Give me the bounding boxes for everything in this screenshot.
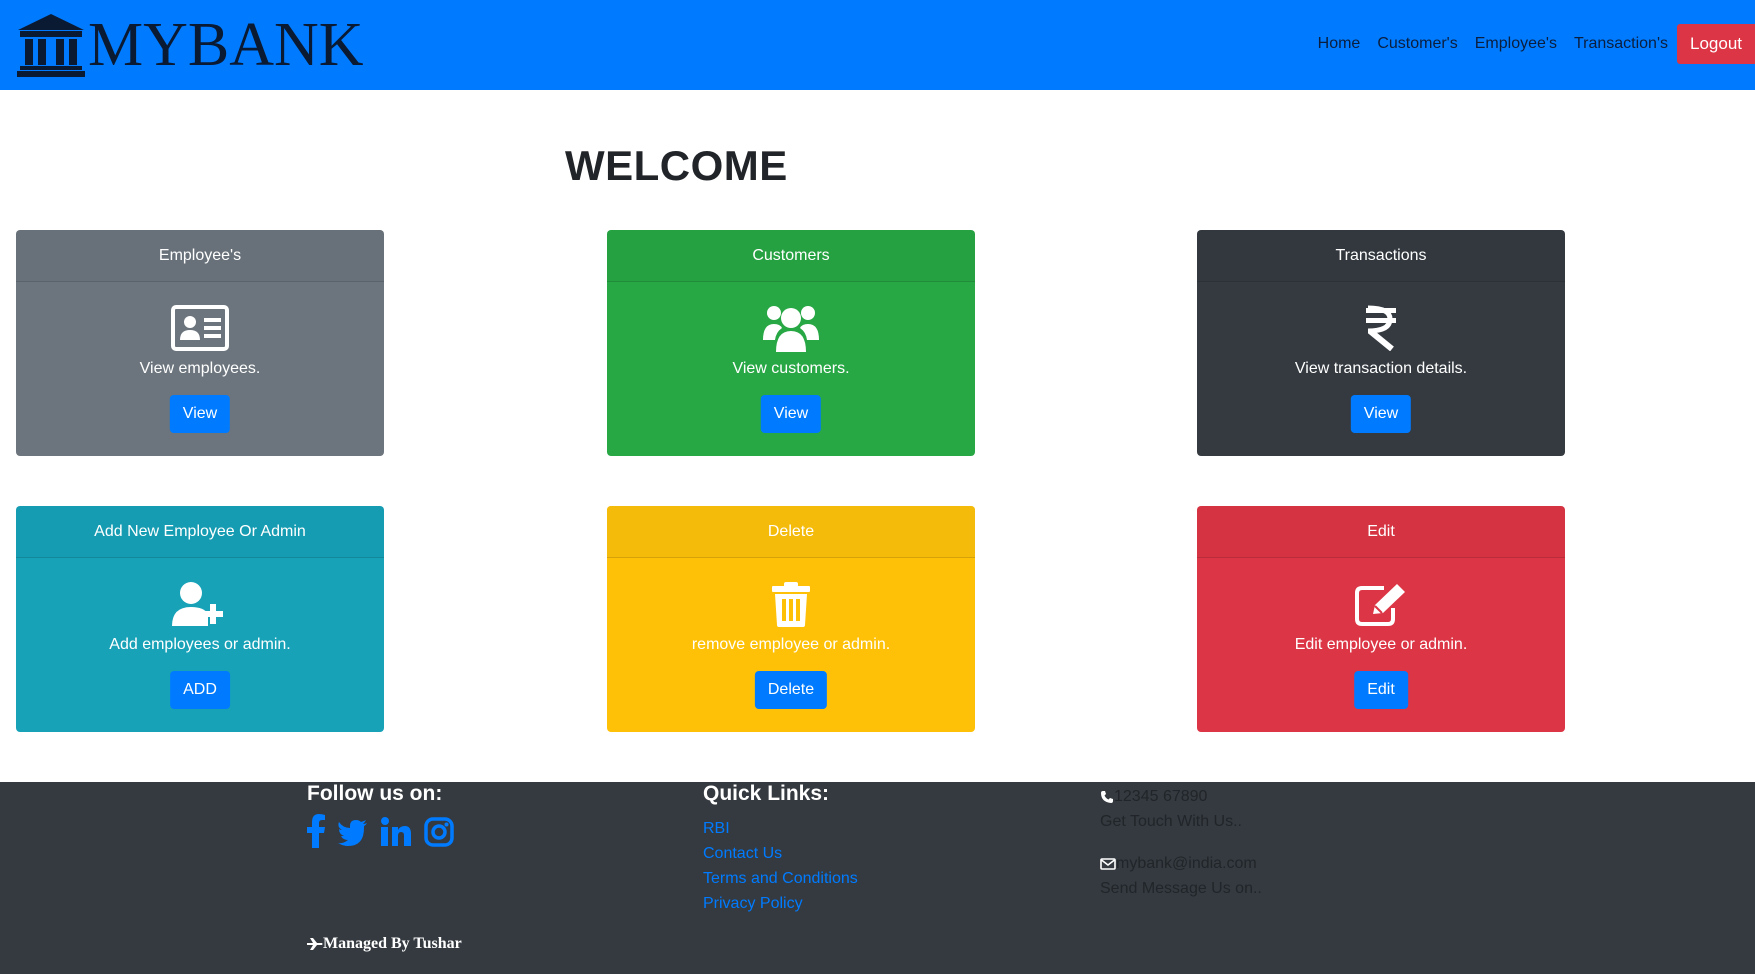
trash-icon [761, 578, 821, 630]
envelope-icon [1100, 857, 1116, 870]
card-header: Transactions [1197, 230, 1565, 282]
card-body: Edit employee or admin. Edit [1197, 558, 1565, 732]
link-privacy[interactable]: Privacy Policy [703, 891, 858, 916]
email-address: mybank@india.com [1116, 855, 1257, 872]
managed-by-text: Managed By Tushar [323, 935, 462, 952]
nav-home[interactable]: Home [1318, 35, 1361, 53]
view-customers-button[interactable]: View [760, 395, 822, 433]
edit-card: Edit Edit employee or admin. Edit [1197, 506, 1565, 732]
card-body: remove employee or admin. Delete [607, 558, 975, 732]
add-employee-card: Add New Employee Or Admin Add employees … [16, 506, 384, 732]
managed-by: Managed By Tushar [307, 935, 462, 953]
brand-logo[interactable]: MYBANK [16, 12, 364, 78]
logout-button[interactable]: Logout [1677, 24, 1755, 64]
transactions-card: Transactions View transaction details. V… [1197, 230, 1565, 456]
instagram-icon[interactable] [424, 814, 454, 848]
phone-number: 12345 67890 [1114, 788, 1208, 805]
linkedin-icon[interactable] [381, 814, 411, 848]
nav-transactions[interactable]: Transaction's [1574, 35, 1668, 53]
employees-card: Employee's View employees. View [16, 230, 384, 456]
card-header: Employee's [16, 230, 384, 282]
card-description: Edit employee or admin. [1294, 636, 1468, 653]
rupee-icon [1351, 302, 1411, 354]
add-employee-button[interactable]: ADD [170, 671, 230, 709]
phone-caption: Get Touch With Us.. [1100, 813, 1242, 830]
view-transactions-button[interactable]: View [1350, 395, 1412, 433]
customers-card: Customers View customers. View [607, 230, 975, 456]
card-description: View transaction details. [1294, 360, 1468, 377]
navbar: MYBANK Home Customer's Employee's Transa… [0, 0, 1755, 90]
view-employees-button[interactable]: View [169, 395, 231, 433]
card-body: Add employees or admin. ADD [16, 558, 384, 732]
footer [0, 782, 1755, 974]
delete-card: Delete remove employee or admin. Delete [607, 506, 975, 732]
edit-icon [1351, 578, 1411, 630]
plane-icon [307, 938, 323, 950]
card-header: Delete [607, 506, 975, 558]
phone-icon [1101, 790, 1113, 803]
brand-name: MYBANK [88, 11, 364, 79]
nav-customers[interactable]: Customer's [1377, 35, 1457, 53]
delete-employee-button[interactable]: Delete [754, 671, 828, 709]
bank-icon [17, 14, 85, 77]
user-plus-icon [170, 578, 230, 630]
facebook-icon[interactable] [307, 814, 325, 848]
edit-employee-button[interactable]: Edit [1354, 671, 1408, 709]
page-title: WELCOME [565, 142, 788, 189]
card-description: View employees. [139, 360, 261, 377]
link-terms[interactable]: Terms and Conditions [703, 866, 858, 891]
card-header: Customers [607, 230, 975, 282]
card-body: View customers. View [607, 282, 975, 456]
card-header: Edit [1197, 506, 1565, 558]
twitter-icon[interactable] [338, 814, 368, 848]
nav-employees[interactable]: Employee's [1475, 35, 1557, 53]
id-card-icon [170, 302, 230, 354]
link-contact-us[interactable]: Contact Us [703, 841, 858, 866]
card-header: Add New Employee Or Admin [16, 506, 384, 558]
quick-links: RBI Contact Us Terms and Conditions Priv… [703, 816, 858, 916]
contact-info: 12345 67890 Get Touch With Us.. mybank@i… [1100, 784, 1262, 901]
email-caption: Send Message Us on.. [1100, 880, 1262, 897]
social-links [307, 814, 454, 848]
quick-links-title: Quick Links: [703, 782, 830, 805]
users-icon [761, 302, 821, 354]
card-description: remove employee or admin. [691, 636, 891, 653]
email-row: mybank@india.com [1100, 851, 1262, 876]
nav-links: Home Customer's Employee's Transaction's… [1318, 24, 1755, 64]
follow-us-title: Follow us on: [307, 782, 443, 805]
card-body: View transaction details. View [1197, 282, 1565, 456]
card-description: View customers. [732, 360, 850, 377]
link-rbi[interactable]: RBI [703, 816, 858, 841]
phone-row: 12345 67890 [1100, 784, 1262, 809]
card-description: Add employees or admin. [109, 636, 291, 653]
card-body: View employees. View [16, 282, 384, 456]
